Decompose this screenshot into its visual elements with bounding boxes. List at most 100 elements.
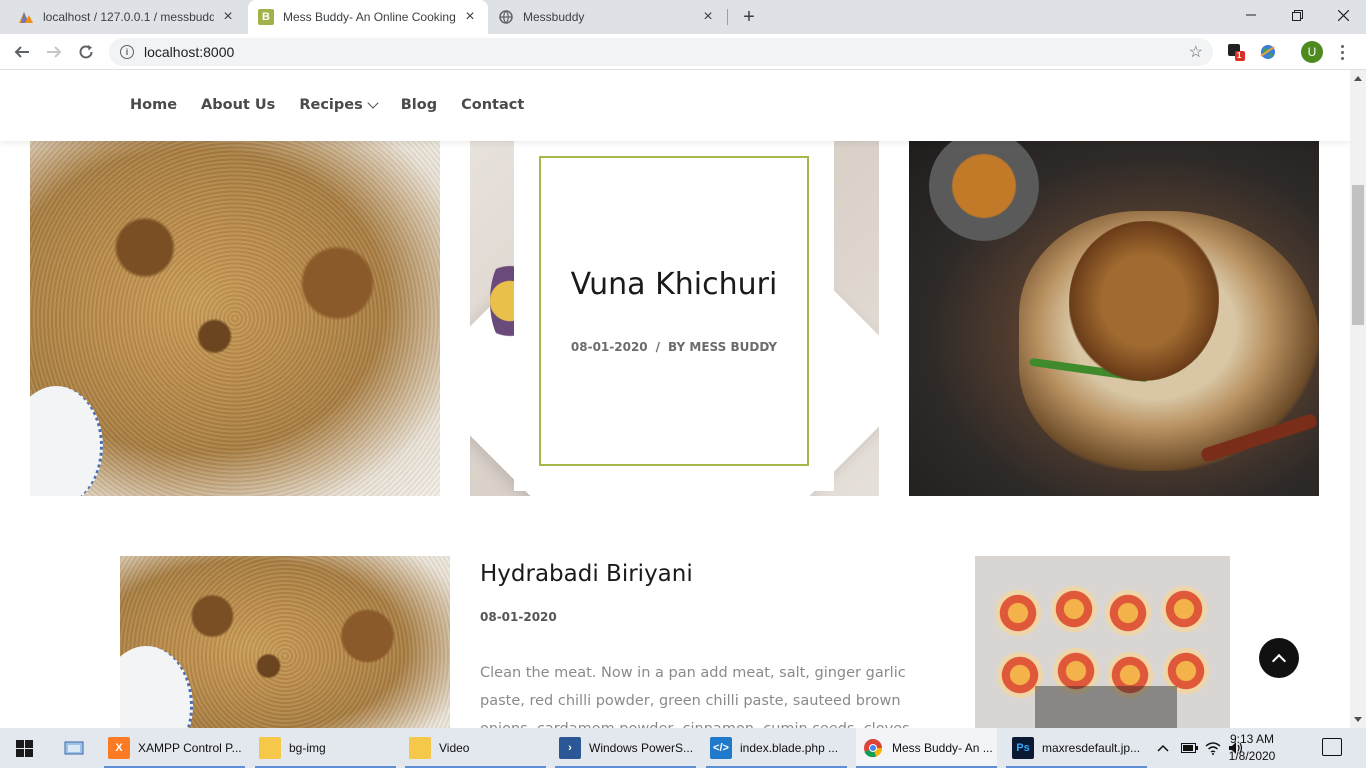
restore-button[interactable] [1274, 0, 1320, 30]
profile-avatar[interactable]: U [1301, 41, 1323, 63]
reload-button[interactable] [72, 38, 100, 66]
start-button[interactable] [0, 728, 48, 768]
clock-date: 1/8/2020 [1228, 749, 1276, 763]
post-date: 08-01-2020 [480, 610, 557, 624]
tab-title: localhost / 127.0.0.1 / messbuddy [43, 10, 214, 24]
featured-date: 08-01-2020 [570, 340, 648, 354]
tart [1051, 586, 1097, 632]
tart [1161, 586, 1207, 632]
menu-recipes[interactable]: Recipes [299, 97, 379, 113]
back-button[interactable] [8, 38, 36, 66]
featured-recipe-card[interactable]: Vuna Khichuri 08-01-2020 / BY MESS BUDDY [514, 141, 834, 491]
site-header: Home About Us Recipes Blog Contact [0, 70, 1350, 141]
featured-title[interactable]: Vuna Khichuri [514, 267, 834, 302]
menu-recipes-label: Recipes [299, 97, 363, 113]
globe-icon [498, 9, 514, 25]
card-frame [539, 156, 809, 466]
post-excerpt: Clean the meat. Now in a pan add meat, s… [480, 665, 914, 728]
tab-phpmyadmin[interactable]: localhost / 127.0.0.1 / messbuddy × [8, 0, 246, 34]
biryani-photo[interactable] [30, 141, 440, 496]
address-bar[interactable]: i localhost:8000 ☆ [109, 38, 1213, 66]
post-title[interactable]: Hydrabadi Biriyani [480, 561, 693, 587]
scroll-down-arrow-icon[interactable] [1354, 717, 1362, 722]
featured-author[interactable]: BY MESS BUDDY [668, 340, 777, 354]
folder-icon [259, 737, 281, 759]
taskbar-item-label: Windows PowerS... [589, 741, 694, 755]
meta-separator: / [655, 340, 661, 354]
menu-home[interactable]: Home [130, 97, 177, 113]
powershell-icon: › [559, 737, 581, 759]
close-icon[interactable]: × [220, 8, 236, 25]
extension-badge: 1 [1237, 51, 1242, 60]
windows-logo-icon [15, 739, 33, 757]
cinnamon-stick [1199, 412, 1319, 464]
tab-title: Messbuddy [523, 10, 585, 24]
tart [995, 590, 1041, 636]
tab-messbuddy[interactable]: Messbuddy × [488, 0, 726, 34]
taskbar: X XAMPP Control P... bg-img Video › Wind… [0, 728, 1366, 768]
bootstrap-icon: B [258, 9, 274, 25]
scroll-up-arrow-icon[interactable] [1354, 76, 1362, 81]
page-viewport: Home About Us Recipes Blog Contact Vuna … [0, 70, 1350, 728]
menu-blog[interactable]: Blog [401, 97, 437, 113]
tab-mess-buddy[interactable]: B Mess Buddy- An Online Cooking × [248, 0, 488, 34]
tarts-photo[interactable] [975, 556, 1230, 728]
browser-menu-icon[interactable] [1338, 40, 1346, 64]
taskbar-item-vscode[interactable]: </> index.blade.php ... [706, 728, 847, 768]
globe-extension-icon[interactable] [1258, 42, 1278, 62]
fish-rice-photo[interactable] [909, 141, 1319, 496]
curry-bowl [929, 141, 1039, 241]
taskbar-item-label: bg-img [289, 741, 326, 755]
menu-contact[interactable]: Contact [461, 97, 524, 113]
info-icon[interactable]: i [120, 45, 134, 59]
taskbar-item-photoshop[interactable]: Ps maxresdefault.jp... [1006, 728, 1147, 768]
featured-meta: 08-01-2020 / BY MESS BUDDY [514, 340, 834, 354]
forward-button[interactable] [40, 38, 68, 66]
taskbar-item-powershell[interactable]: › Windows PowerS... [555, 728, 696, 768]
phpmyadmin-icon [18, 9, 34, 25]
taskbar-item-label: XAMPP Control P... [138, 741, 242, 755]
task-view-icon[interactable] [58, 728, 90, 768]
taskbar-item-bg-img[interactable]: bg-img [255, 728, 396, 768]
taskbar-item-label: Video [439, 741, 470, 755]
tab-strip: localhost / 127.0.0.1 / messbuddy × B Me… [0, 0, 1366, 34]
scrollbar-thumb[interactable] [1352, 185, 1364, 325]
close-icon[interactable]: × [700, 8, 716, 25]
extension-icon[interactable]: 1 [1226, 42, 1246, 62]
taskbar-item-xampp[interactable]: X XAMPP Control P... [104, 728, 245, 768]
taskbar-item-chrome[interactable]: Mess Buddy- An ... [856, 728, 997, 768]
photoshop-icon: Ps [1012, 737, 1034, 759]
vscode-icon: </> [710, 737, 732, 759]
menu-about-us[interactable]: About Us [201, 97, 275, 113]
page-scrollbar[interactable] [1350, 70, 1366, 728]
tab-title: Mess Buddy- An Online Cooking [283, 10, 456, 24]
taskbar-item-label: Mess Buddy- An ... [892, 741, 993, 755]
folder-icon [409, 737, 431, 759]
chevron-down-icon [367, 97, 379, 109]
minimize-button[interactable] [1228, 0, 1274, 30]
wifi-icon[interactable] [1205, 728, 1221, 768]
photo-overlay [1035, 686, 1177, 728]
new-tab-button[interactable]: + [737, 5, 761, 29]
bookmark-star-icon[interactable]: ☆ [1189, 42, 1203, 62]
main-menu: Home About Us Recipes Blog Contact [130, 97, 524, 113]
taskbar-item-video[interactable]: Video [405, 728, 546, 768]
scroll-to-top-button[interactable] [1259, 638, 1299, 678]
system-clock[interactable]: 9:13 AM 1/8/2020 [1222, 731, 1282, 765]
tab-separator [727, 9, 728, 25]
chrome-icon [862, 737, 884, 759]
chili [1029, 357, 1149, 383]
tart [1105, 590, 1151, 636]
close-window-button[interactable] [1320, 0, 1366, 30]
close-icon[interactable]: × [462, 8, 478, 25]
post-thumbnail[interactable] [120, 556, 450, 728]
browser-toolbar: i localhost:8000 ☆ 1 [0, 34, 1366, 70]
taskbar-item-label: index.blade.php ... [740, 741, 839, 755]
clock-time: 9:13 AM [1229, 732, 1275, 746]
battery-icon[interactable] [1181, 728, 1199, 768]
chevron-up-icon [1271, 653, 1287, 668]
url-text: localhost:8000 [144, 44, 235, 60]
xampp-icon: X [108, 737, 130, 759]
action-center-icon[interactable] [1322, 738, 1342, 756]
show-hidden-icons-button[interactable] [1156, 728, 1170, 768]
